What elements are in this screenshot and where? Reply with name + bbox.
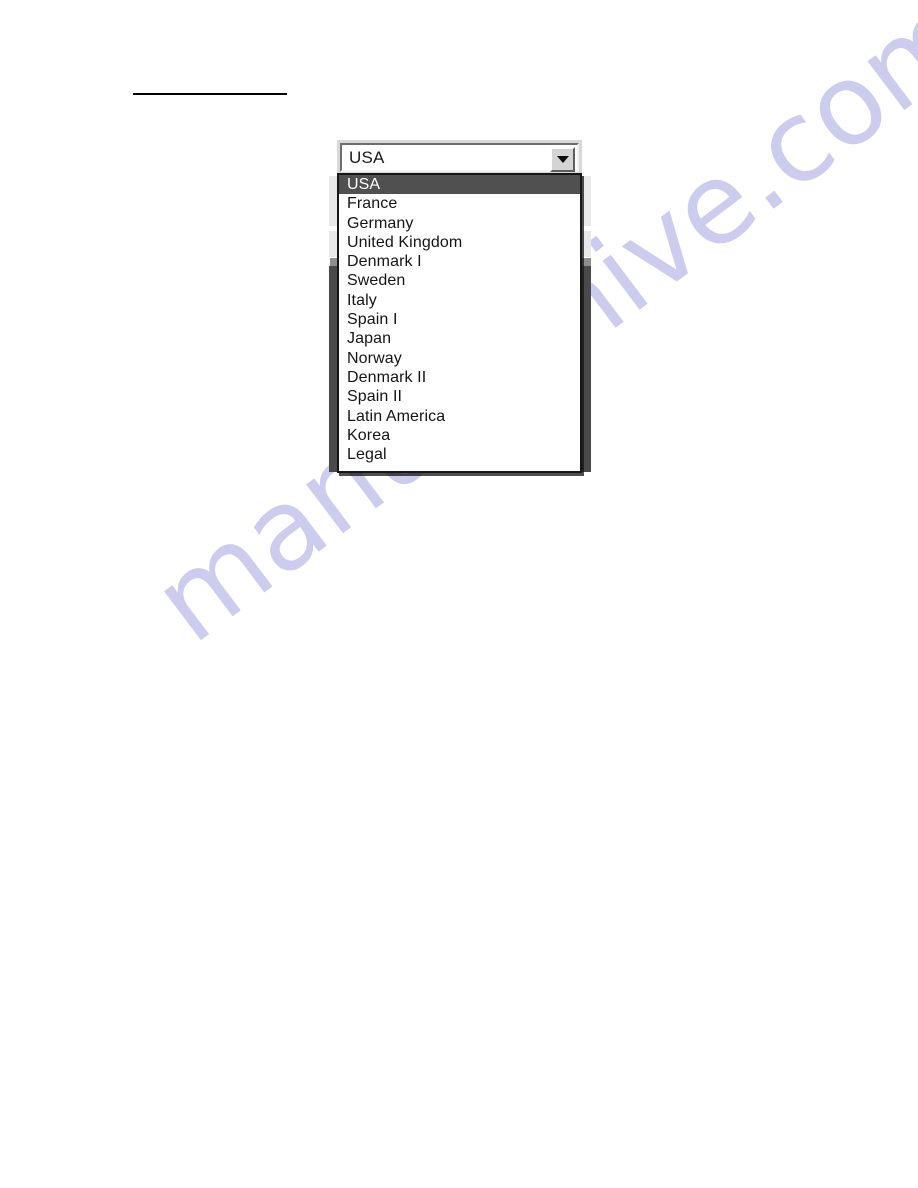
background-dialog-artifact-right-top	[582, 176, 591, 226]
background-dialog-artifact-left-edge	[330, 258, 337, 266]
dropdown-option[interactable]: France	[339, 194, 580, 213]
scanned-page: manualshive.com USA USAFranceGermanyUnit…	[0, 0, 918, 1188]
chevron-down-glyph	[556, 156, 569, 163]
background-dialog-artifact-right-shadow	[582, 266, 591, 472]
dropdown-option[interactable]: Italy	[339, 291, 580, 310]
background-dialog-artifact-right-mid	[582, 231, 591, 257]
dropdown-option[interactable]: Legal	[339, 445, 580, 464]
dropdown-option[interactable]: Norway	[339, 349, 580, 368]
dropdown-option[interactable]: Denmark II	[339, 368, 580, 387]
dropdown-option[interactable]: Latin America	[339, 407, 580, 426]
dropdown-option[interactable]: Japan	[339, 329, 580, 348]
dropdown-option[interactable]: Germany	[339, 214, 580, 233]
combobox-selected-value: USA	[349, 147, 385, 167]
background-dialog-artifact-left-shadow	[329, 266, 337, 472]
background-dialog-artifact-left-mid	[329, 231, 337, 257]
heading-underline-rule	[133, 93, 287, 95]
chevron-down-icon[interactable]	[550, 147, 575, 172]
dropdown-option[interactable]: Spain II	[339, 387, 580, 406]
background-dialog-artifact-right-edge	[582, 258, 591, 266]
dropdown-option[interactable]: United Kingdom	[339, 233, 580, 252]
country-dropdown-list[interactable]: USA France Germany United Kingdom Denmark IS…	[337, 173, 582, 473]
heading-block	[133, 78, 287, 95]
dropdown-option[interactable]: USA	[339, 175, 580, 195]
dropdown-option[interactable]: Korea	[339, 426, 580, 445]
country-combobox[interactable]: USA	[337, 140, 582, 175]
dropdown-option[interactable]: Spain I	[339, 310, 580, 329]
dropdown-option[interactable]: Sweden	[339, 271, 580, 290]
combobox-field[interactable]: USA	[340, 143, 579, 172]
background-dialog-artifact-left-top	[329, 176, 337, 226]
page-heading	[133, 78, 287, 92]
dropdown-options: USA France Germany United Kingdom Denmark IS…	[339, 175, 580, 464]
dropdown-option[interactable]: Denmark I	[339, 252, 580, 271]
